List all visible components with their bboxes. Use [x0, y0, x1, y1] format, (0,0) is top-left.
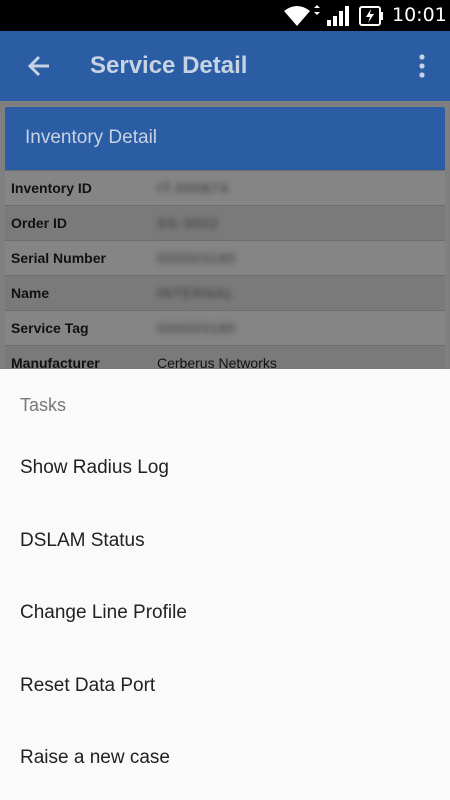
task-label: DSLAM Status	[20, 530, 145, 551]
task-label: Change Line Profile	[20, 602, 187, 623]
app-bar: Service Detail	[0, 31, 450, 101]
row-label: Inventory ID	[11, 180, 92, 196]
card-header: Inventory Detail	[5, 107, 445, 170]
row-value: INTERNAL	[157, 285, 235, 301]
row-label: Serial Number	[11, 250, 106, 266]
tasks-bottom-sheet: Tasks Show Radius Log DSLAM Status Chang…	[0, 369, 450, 800]
status-bar: 10:01	[0, 0, 450, 31]
clock: 10:01	[392, 4, 447, 26]
inventory-card: Inventory Detail Inventory ID IT-000674 …	[5, 107, 445, 380]
task-reset-data-port[interactable]: Reset Data Port	[0, 651, 450, 723]
sheet-title: Tasks	[20, 395, 67, 415]
row-value: 000003180	[157, 320, 237, 336]
task-raise-new-case[interactable]: Raise a new case	[0, 723, 450, 795]
task-show-radius-log[interactable]: Show Radius Log	[0, 433, 450, 505]
wifi-icon	[283, 4, 323, 33]
row-label: Service Tag	[11, 320, 89, 336]
page-title: Service Detail	[90, 52, 248, 79]
table-row: Service Tag 000003180	[5, 310, 445, 345]
row-value: SS-3002	[157, 215, 219, 231]
table-row: Serial Number 000003180	[5, 240, 445, 275]
task-dslam-status[interactable]: DSLAM Status	[0, 506, 450, 578]
table-row: Inventory ID IT-000674	[5, 170, 445, 205]
row-label: Name	[11, 285, 50, 301]
row-value: IT-000674	[157, 180, 230, 196]
task-label: Show Radius Log	[20, 457, 169, 478]
table-row: Name INTERNAL	[5, 275, 445, 310]
card-rows: Inventory ID IT-000674 Order ID SS-3002 …	[5, 170, 445, 380]
task-change-line-profile[interactable]: Change Line Profile	[0, 578, 450, 650]
row-value: 000003180	[157, 250, 237, 266]
battery-charging-icon	[359, 5, 385, 32]
back-arrow-icon[interactable]	[26, 53, 52, 84]
task-label: Raise a new case	[20, 747, 170, 768]
signal-icon	[326, 5, 350, 32]
table-row: Order ID SS-3002	[5, 205, 445, 240]
row-label: Order ID	[11, 215, 68, 231]
task-label: Reset Data Port	[20, 675, 156, 696]
more-vert-icon[interactable]	[416, 53, 428, 84]
